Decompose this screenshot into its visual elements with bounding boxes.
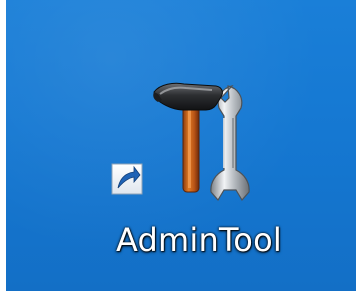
hammer-wrench-icon <box>111 82 250 202</box>
desktop-icon-label: AdminTool <box>116 221 282 259</box>
desktop: AdminTool <box>6 0 356 291</box>
shortcut-arrow-icon <box>111 163 143 195</box>
desktop-shortcut-admintool[interactable]: AdminTool <box>104 72 294 272</box>
